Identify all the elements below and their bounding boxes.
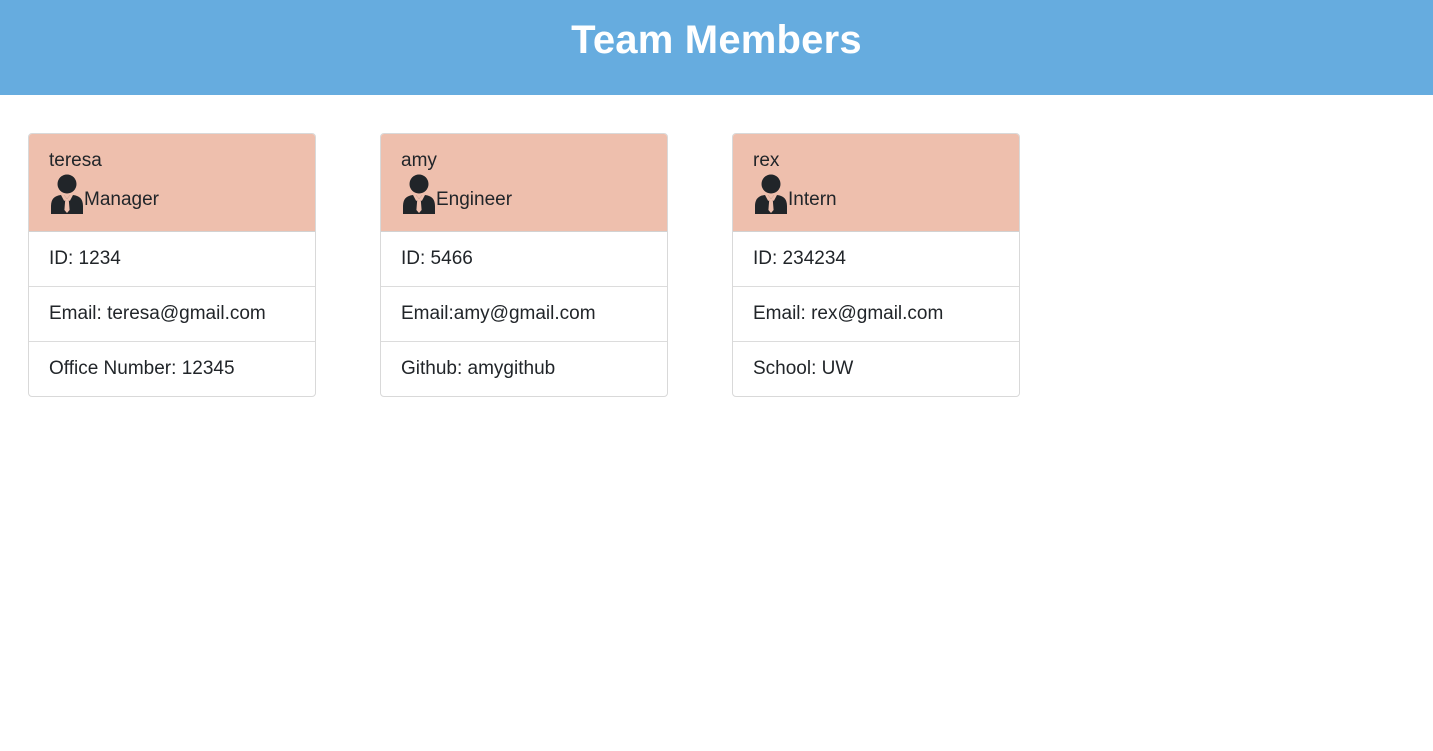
member-role: Engineer — [436, 189, 513, 210]
member-id: ID: 1234 — [29, 232, 315, 287]
page-header: Team Members — [0, 0, 1433, 95]
page-title: Team Members — [571, 18, 862, 62]
member-office-number: Office Number: 12345 — [49, 358, 235, 379]
member-id: ID: 5466 — [381, 232, 667, 287]
member-email: Email: teresa@gmail.com — [29, 287, 315, 342]
member-role: Intern — [788, 189, 837, 210]
member-github: Github: amygithub — [401, 358, 556, 379]
member-card-engineer: amy Engineer ID: 5466 Email:amy@gmail.co… — [380, 133, 668, 397]
team-cards-container: teresa Manager ID: 1234 Email: teresa@gm… — [0, 95, 1433, 751]
user-tie-icon — [401, 174, 437, 214]
member-name: amy — [401, 150, 437, 171]
member-details-list: ID: 5466 Email:amy@gmail.com Github: amy… — [381, 232, 667, 396]
member-name: teresa — [49, 150, 102, 171]
member-role-row: Intern — [753, 172, 999, 214]
member-role-row: Manager — [49, 172, 295, 214]
member-details-list: ID: 1234 Email: teresa@gmail.com Office … — [29, 232, 315, 396]
member-details-list: ID: 234234 Email: rex@gmail.com School: … — [733, 232, 1019, 396]
member-email: Email:amy@gmail.com — [381, 287, 667, 342]
card-header: rex Intern — [733, 134, 1019, 232]
card-header: teresa Manager — [29, 134, 315, 232]
member-role-row: Engineer — [401, 172, 647, 214]
member-role: Manager — [84, 189, 159, 210]
member-id: ID: 234234 — [733, 232, 1019, 287]
user-tie-icon — [49, 174, 85, 214]
member-name: rex — [753, 150, 780, 171]
member-card-intern: rex Intern ID: 234234 Email: rex@gmail.c… — [732, 133, 1020, 397]
member-email: Email: rex@gmail.com — [733, 287, 1019, 342]
member-card-manager: teresa Manager ID: 1234 Email: teresa@gm… — [28, 133, 316, 397]
member-school: School: UW — [753, 358, 854, 379]
user-tie-icon — [753, 174, 789, 214]
card-header: amy Engineer — [381, 134, 667, 232]
